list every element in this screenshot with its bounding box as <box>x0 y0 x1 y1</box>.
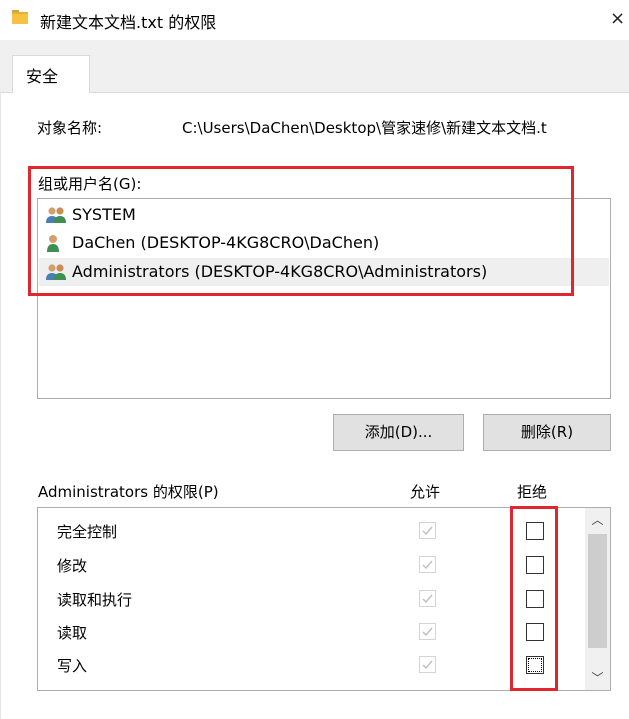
user-group-icon <box>46 264 66 280</box>
group-user-list[interactable]: SYSTEM DaChen (DESKTOP-4KG8CRO\DaChen) A… <box>37 198 611 399</box>
permissions-scrollbar[interactable]: ︿ ﹀ <box>585 508 610 690</box>
user-name: Administrators (DESKTOP-4KG8CRO\Administ… <box>72 262 488 281</box>
tab-divider <box>0 92 629 93</box>
deny-checkbox[interactable] <box>526 623 544 641</box>
window-edge <box>0 40 1 719</box>
window-title: 新建文本文档.txt 的权限 <box>40 13 217 32</box>
close-button[interactable]: × <box>606 4 629 34</box>
permission-name: 读取 <box>57 624 88 642</box>
checkmark-icon <box>422 627 433 637</box>
tab-security-label: 安全 <box>26 67 59 86</box>
permission-row-read-execute: 读取和执行 <box>38 583 586 617</box>
user-icon <box>47 235 59 252</box>
user-group-icon <box>46 207 66 223</box>
checkmark-icon <box>422 560 433 570</box>
tab-strip <box>0 40 629 93</box>
tab-security[interactable]: 安全 <box>12 55 90 93</box>
deny-column-header: 拒绝 <box>517 483 548 501</box>
permission-row-full-control: 完全控制 <box>38 515 586 549</box>
allow-column-header: 允许 <box>410 483 441 501</box>
add-button[interactable]: 添加(D)... <box>333 414 464 451</box>
permission-name: 完全控制 <box>57 523 118 541</box>
user-row-dachen[interactable]: DaChen (DESKTOP-4KG8CRO\DaChen) <box>39 229 609 257</box>
allow-checkbox <box>419 623 436 640</box>
deny-checkbox[interactable] <box>526 656 544 674</box>
remove-button[interactable]: 删除(R) <box>483 414 611 451</box>
user-name: DaChen (DESKTOP-4KG8CRO\DaChen) <box>72 233 380 252</box>
checkmark-icon <box>422 660 433 670</box>
user-row-administrators[interactable]: Administrators (DESKTOP-4KG8CRO\Administ… <box>39 258 609 286</box>
permission-name: 读取和执行 <box>57 591 133 609</box>
permission-row-read: 读取 <box>38 616 586 650</box>
permissions-list: 完全控制 修改 读取和执行 读取 写入 <box>37 507 611 691</box>
permission-row-write: 写入 <box>38 649 586 683</box>
allow-checkbox <box>419 556 436 573</box>
user-name: SYSTEM <box>72 205 136 224</box>
scroll-thumb[interactable] <box>588 534 607 648</box>
object-name-value: C:\Users\DaChen\Desktop\管家速修\新建文本文档.t <box>182 119 547 137</box>
user-row-system[interactable]: SYSTEM <box>39 201 609 229</box>
permission-name: 写入 <box>57 657 88 675</box>
deny-checkbox[interactable] <box>526 556 544 574</box>
permissions-label: Administrators 的权限(P) <box>38 483 219 501</box>
allow-checkbox <box>419 522 436 539</box>
group-user-label: 组或用户名(G): <box>38 175 142 193</box>
tab-active-indicator <box>13 92 89 94</box>
deny-checkbox[interactable] <box>526 522 544 540</box>
scroll-down-icon[interactable]: ﹀ <box>585 666 610 690</box>
folder-icon <box>12 10 28 24</box>
scroll-up-icon[interactable]: ︿ <box>585 508 610 532</box>
allow-checkbox <box>419 656 436 673</box>
allow-checkbox <box>419 590 436 607</box>
permission-row-modify: 修改 <box>38 549 586 583</box>
checkmark-icon <box>422 526 433 536</box>
checkmark-icon <box>422 594 433 604</box>
deny-checkbox[interactable] <box>526 590 544 608</box>
object-name-label: 对象名称: <box>37 119 103 137</box>
permission-name: 修改 <box>57 557 88 575</box>
